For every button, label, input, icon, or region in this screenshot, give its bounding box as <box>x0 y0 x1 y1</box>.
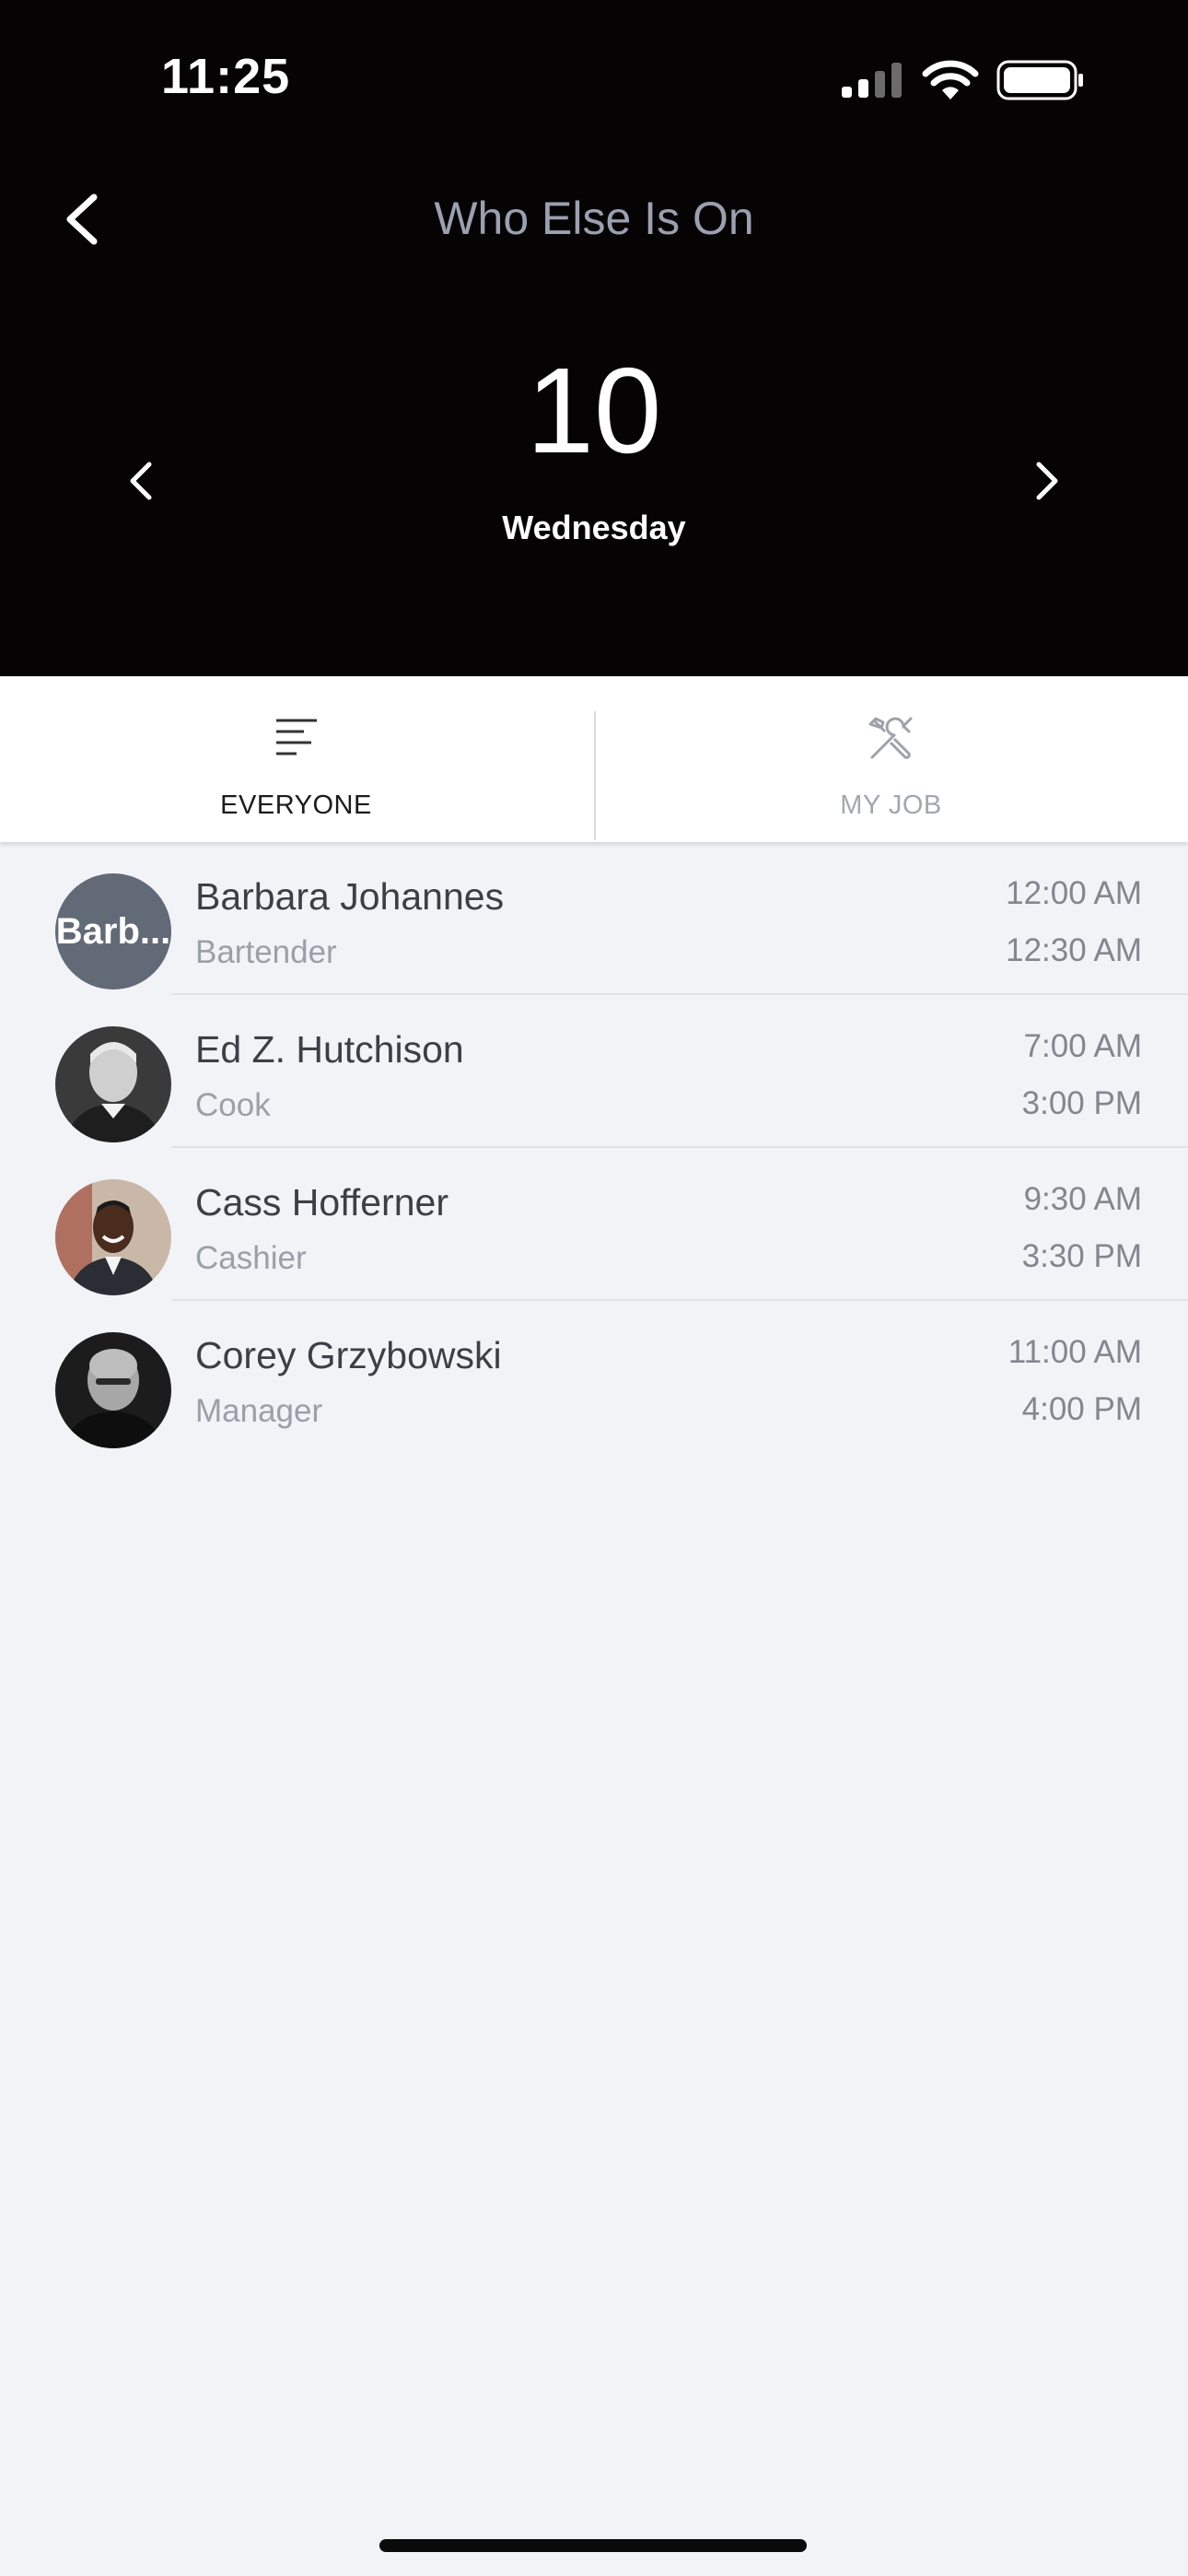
shift-start-time: 11:00 AM <box>1007 1334 1142 1370</box>
employee-role: Bartender <box>195 934 337 970</box>
date-weekday: Wednesday <box>502 509 686 546</box>
tab-everyone-label: EVERYONE <box>220 790 372 820</box>
shift-end-time: 12:30 AM <box>1006 932 1142 968</box>
avatar <box>55 1332 171 1448</box>
employee-role: Cook <box>195 1087 271 1123</box>
list-item[interactable]: Ed Z. Hutchison Cook 7:00 AM 3:00 PM <box>0 995 1188 1148</box>
avatar <box>55 1179 171 1295</box>
status-time: 11:25 <box>161 49 291 104</box>
cellular-signal-icon <box>842 63 902 98</box>
wifi-icon <box>922 60 979 100</box>
header: 11:25 Who Else Is On 10 Wednesday <box>0 0 1188 676</box>
shift-start-time: 7:00 AM <box>1023 1028 1142 1064</box>
employee-name: Ed Z. Hutchison <box>195 1028 464 1071</box>
employee-role: Manager <box>195 1393 323 1429</box>
page-title: Who Else Is On <box>434 193 754 244</box>
tab-everyone[interactable]: EVERYONE <box>0 676 594 842</box>
shift-start-time: 12:00 AM <box>1006 875 1142 911</box>
list-item[interactable]: Barb... Barbara Johannes Bartender 12:00… <box>0 842 1188 995</box>
shift-end-time: 4:00 PM <box>1021 1391 1142 1427</box>
shift-end-time: 3:00 PM <box>1021 1085 1142 1121</box>
tab-my-job-label: MY JOB <box>840 790 942 820</box>
tab-bar: EVERYONE MY JOB <box>0 676 1188 842</box>
tab-my-job[interactable]: MY JOB <box>594 676 1188 842</box>
tools-icon <box>868 717 913 759</box>
shift-start-time: 9:30 AM <box>1023 1181 1142 1217</box>
employee-name: Barbara Johannes <box>195 875 505 918</box>
employee-name: Corey Grzybowski <box>195 1334 502 1376</box>
battery-icon <box>996 60 1083 100</box>
list-item[interactable]: Corey Grzybowski Manager 11:00 AM 4:00 P… <box>0 1301 1188 1454</box>
next-day-button[interactable] <box>1024 455 1070 507</box>
home-indicator[interactable] <box>379 2539 807 2552</box>
list-item[interactable]: Cass Hofferner Cashier 9:30 AM 3:30 PM <box>0 1148 1188 1301</box>
shift-list: Barb... Barbara Johannes Bartender 12:00… <box>0 842 1188 1454</box>
date-number: 10 <box>526 343 662 478</box>
employee-role: Cashier <box>195 1240 307 1276</box>
avatar: Barb... <box>55 873 171 989</box>
avatar <box>55 1026 171 1142</box>
shift-end-time: 3:30 PM <box>1021 1238 1142 1274</box>
list-icon <box>276 719 317 755</box>
employee-name: Cass Hofferner <box>195 1181 448 1224</box>
